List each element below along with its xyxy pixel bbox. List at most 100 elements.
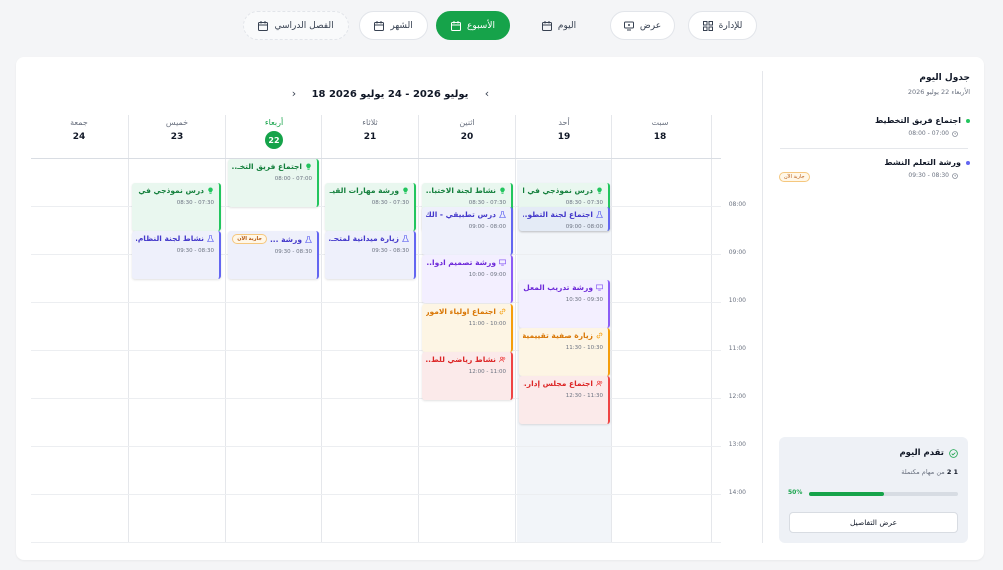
tab-day[interactable]: اليوم [522,11,596,40]
purple-dot-icon [966,160,970,165]
day-name-mon: اثنين [459,118,475,127]
event-card[interactable]: اجتماع اولياء الامور 10:00 - 11:00 [422,304,513,352]
green-dot-icon [966,118,970,123]
event-card[interactable]: اجتماع فريق التخـ... 07:00 - 08:00 [228,159,319,207]
event-card[interactable]: ورشة تدريب المعل... 09:30 - 10:30 [519,280,610,328]
event-title: اجتماع لجنة التطو... [523,210,593,219]
sidebar-schedule-item[interactable]: اجتماع فريق التخطيط 07:00 - 08:00 [780,116,970,137]
prev-week-chevron-icon[interactable]: ‹ [481,88,493,100]
day-num-thu[interactable]: 23 [129,132,225,142]
day-num-wed-today[interactable]: 22 [265,131,283,149]
event-card[interactable]: زيارة ميدانية لمتحـ... 08:30 - 09:30 [325,231,416,279]
event-title: اجتماع مجلس إدار... [523,379,593,388]
daily-progress-card: تقدم اليوم 1 2 من مهام مكتملة 50% عرض ال… [779,437,968,543]
event-card[interactable]: نشاط لجنة النظام... 08:30 - 09:30 [132,231,221,279]
clock-icon [952,172,958,179]
users-icon [499,356,506,363]
event-title: نشاط رياضي للط... [426,355,496,364]
day-num-mon[interactable]: 20 [419,132,515,142]
tab-month[interactable]: الشهر [359,11,428,40]
flask-icon [596,211,603,218]
day-num-tue[interactable]: 21 [322,132,418,142]
lightbulb-icon [306,163,311,170]
view-button[interactable]: عرض [610,11,675,40]
top-toolbar: للإدارة عرض اليوم الأسبوع الشهر الفصل ال… [0,0,1003,50]
grid-hour-line [31,446,721,447]
sidebar-item-divider [780,148,968,149]
day-num-sun[interactable]: 19 [516,132,612,142]
event-title: درس نموذجي في ا... [523,186,593,195]
event-title: اجتماع فريق التخـ... [232,162,302,171]
day-name-wed: أربعاء [264,118,284,127]
event-card[interactable]: زيارة صفية تقييمية 10:30 - 11:30 [519,328,610,376]
day-num-sat[interactable]: 18 [612,132,708,142]
tab-week[interactable]: الأسبوع [436,11,510,40]
users-icon [596,380,603,387]
event-card[interactable]: اجتماع لجنة التطو... 08:00 - 09:00 [519,207,610,231]
calendar-icon [258,20,269,31]
tasks-total-count: 2 [946,468,952,476]
week-label: الأسبوع [467,20,495,31]
event-title: ورشة تدريب المعل... [523,283,593,292]
view-label: عرض [639,20,662,31]
event-card[interactable]: ورشة ... جارية الآن 08:30 - 09:30 [228,231,319,279]
grid-hour-line [31,542,721,543]
event-title: درس تطبيقي - الك... [426,210,496,219]
flask-icon [402,235,409,242]
view-details-button[interactable]: عرض التفاصيل [789,512,958,533]
grid-hour-line [31,350,721,351]
tasks-done-count: 1 [953,468,958,476]
event-time: 07:30 - 08:30 [371,200,409,206]
event-card[interactable]: اجتماع مجلس إدار... 11:30 - 12:30 [519,376,610,424]
progress-fill [809,492,884,496]
lightbulb-icon [500,187,505,194]
next-week-chevron-icon[interactable]: › [288,88,300,100]
flask-icon [207,235,214,242]
grid-hour-line [31,302,721,303]
event-card[interactable]: ورشة تصميم ادوا... 09:00 - 10:00 [422,255,513,303]
grid-hour-line [31,494,721,495]
grid-col-line [711,115,712,543]
schedule-item-time: 07:00 - 08:00 [908,130,949,137]
event-title: نشاط لجنة النظام... [136,234,204,243]
event-time: 08:30 - 09:30 [371,248,409,254]
month-label: الشهر [390,20,413,31]
day-num-fri[interactable]: 24 [31,132,127,142]
monitor-icon [623,21,634,30]
event-time: 10:30 - 11:30 [565,345,603,351]
semester-label: الفصل الدراسي [274,20,334,31]
event-card[interactable]: درس نموذجي في ا... 07:30 - 08:30 [132,183,221,231]
time-label-14: 14:00 [728,489,746,496]
tab-semester[interactable]: الفصل الدراسي [243,11,349,40]
time-label-08: 08:00 [728,201,746,208]
link-icon [499,308,506,315]
link-icon [596,332,603,339]
event-time: 08:00 - 09:00 [468,224,506,230]
monitor-icon [499,259,506,266]
event-time: 11:30 - 12:30 [565,393,603,399]
event-title: اجتماع اولياء الامور [426,307,496,316]
sidebar-divider [762,71,763,543]
event-card[interactable]: درس تطبيقي - الك... 08:00 - 09:00 [422,207,513,255]
event-title: زيارة ميدانية لمتحـ... [329,234,399,243]
event-time: 07:30 - 08:30 [468,200,506,206]
grid-col-line [418,115,419,543]
sidebar-date: الأربعاء 22 يوليو 2026 [907,88,970,96]
admin-button[interactable]: للإدارة [688,11,757,40]
day-name-tue: ثلاثاء [362,118,378,127]
progress-track [809,492,958,496]
lightbulb-icon [208,187,213,194]
calendar-icon [541,20,552,31]
event-card[interactable]: نشاط رياضي للط... 11:00 - 12:00 [422,352,513,400]
grid-header-line [31,158,721,159]
progress-suffix: من مهام مكتملة [901,468,945,476]
live-now-badge: جارية الآن [232,234,267,244]
calendar-icon [451,20,462,31]
day-name-thu: خميس [165,118,189,127]
progress-percent: 50% [788,489,803,496]
grid-hour-line [31,398,721,399]
event-time: 07:30 - 08:30 [565,200,603,206]
event-time: 08:30 - 09:30 [274,249,312,255]
event-time: 10:00 - 11:00 [468,321,506,327]
event-card[interactable]: ورشة مهارات القيـ... 07:30 - 08:30 [325,183,416,231]
